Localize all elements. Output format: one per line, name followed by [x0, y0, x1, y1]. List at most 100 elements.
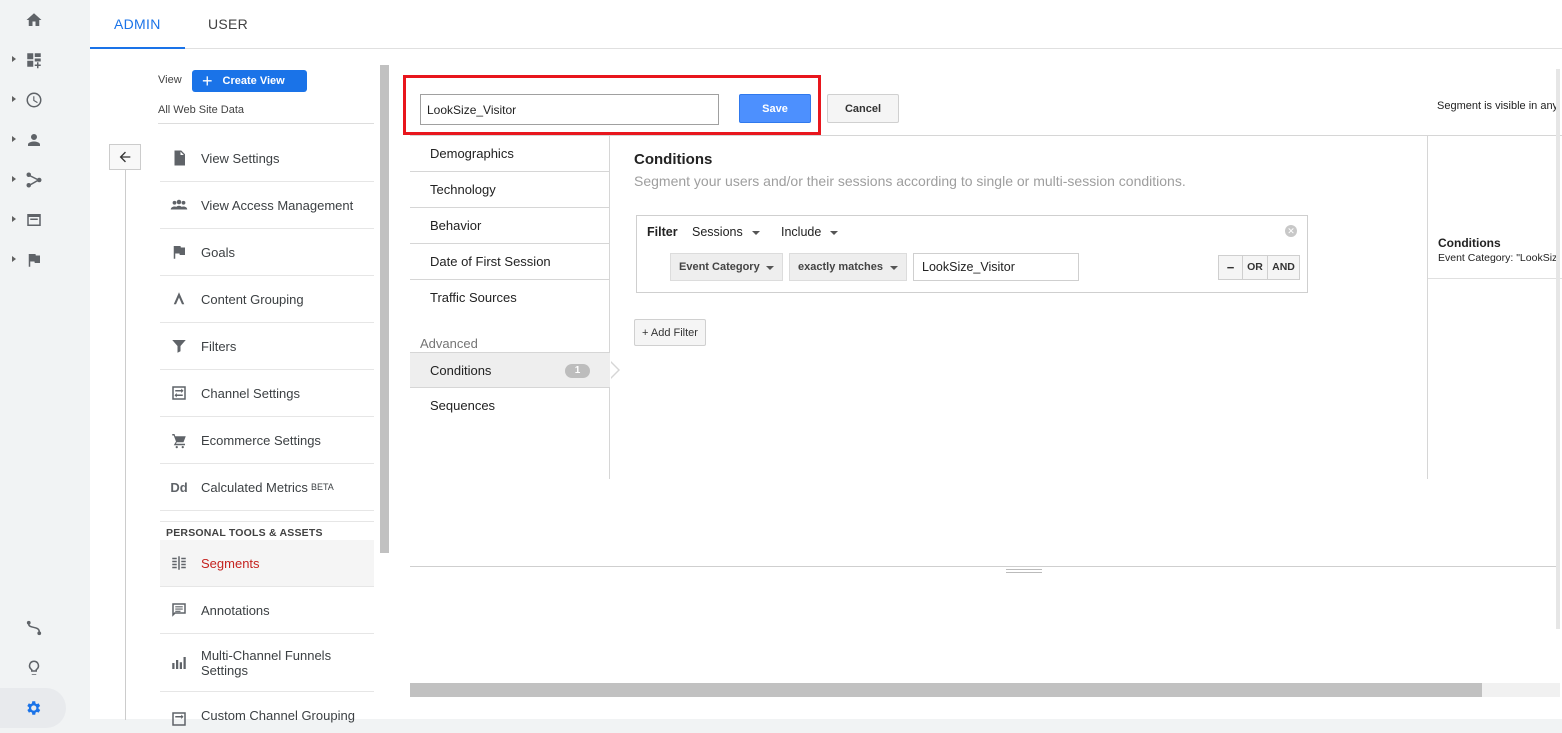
- horizontal-scrollbar[interactable]: [410, 683, 1560, 697]
- summary-text: Event Category: "LookSiz: [1438, 252, 1558, 264]
- divider: [1428, 278, 1562, 279]
- main-panel: View + Create View All Web Site Data Vie…: [90, 49, 1562, 726]
- resize-grip[interactable]: [1006, 569, 1042, 573]
- calculated-metrics-icon: Dd: [170, 479, 188, 495]
- menu-content-grouping[interactable]: Content Grouping: [160, 276, 374, 323]
- section-heading: PERSONAL TOOLS & ASSETS: [166, 527, 323, 539]
- category-traffic-sources[interactable]: Traffic Sources: [410, 280, 609, 316]
- conversions-nav[interactable]: [10, 242, 58, 278]
- and-button[interactable]: AND: [1268, 256, 1299, 279]
- category-label: Conditions: [430, 363, 492, 378]
- segment-name-input[interactable]: [420, 94, 719, 125]
- menu-label: Filters: [201, 338, 237, 354]
- category-conditions[interactable]: Conditions 1: [410, 352, 620, 388]
- expand-caret-icon: [12, 96, 16, 102]
- right-scrollbar[interactable]: [1556, 69, 1560, 629]
- create-view-label: Create View: [222, 75, 285, 87]
- audience-nav[interactable]: [10, 122, 58, 158]
- person-icon: [28, 134, 40, 146]
- tab-user[interactable]: USER: [184, 0, 272, 49]
- category-sequences[interactable]: Sequences: [410, 388, 610, 424]
- summary-title: Conditions: [1438, 236, 1501, 250]
- realtime-nav[interactable]: [10, 82, 58, 118]
- horizontal-scroll-thumb[interactable]: [410, 683, 1482, 697]
- close-icon[interactable]: ✕: [1285, 225, 1297, 237]
- save-button[interactable]: Save: [739, 94, 811, 123]
- menu-view-settings[interactable]: View Settings: [160, 135, 374, 182]
- expand-caret-icon: [12, 136, 16, 142]
- menu-view-access-management[interactable]: View Access Management: [160, 182, 374, 229]
- menu-label: View Access Management: [201, 197, 354, 213]
- sidebar-scrollbar[interactable]: [380, 65, 389, 553]
- flag-icon: [168, 241, 190, 263]
- behavior-nav[interactable]: [10, 202, 58, 238]
- menu-label: Calculated Metrics: [201, 479, 308, 495]
- chevron-down-icon: [830, 230, 839, 235]
- create-view-button[interactable]: + Create View: [192, 70, 307, 92]
- segment-category-list: Demographics Technology Behavior Date of…: [410, 136, 620, 479]
- count-badge: 1: [565, 364, 590, 378]
- attribution-nav[interactable]: [10, 610, 58, 646]
- cart-icon: [168, 429, 190, 451]
- menu-label: Multi-Channel Funnels: [201, 647, 332, 663]
- filter-label: Filter: [647, 225, 678, 239]
- dashboard-icon: [27, 53, 41, 69]
- back-button[interactable]: [109, 144, 141, 170]
- category-demographics[interactable]: Demographics: [410, 136, 609, 172]
- remove-condition-button[interactable]: −: [1219, 256, 1243, 279]
- menu-label: Channel Settings: [201, 385, 301, 401]
- tab-admin[interactable]: ADMIN: [90, 0, 185, 49]
- menu-channel-settings[interactable]: Channel Settings: [160, 370, 374, 417]
- menu-annotations[interactable]: Annotations: [160, 587, 374, 634]
- segment-editor-header: Save Cancel Segment is visible in any: [403, 74, 1562, 136]
- menu-label-wrap: Multi-Channel Funnels Settings: [201, 648, 331, 678]
- menu-filters[interactable]: Filters: [160, 323, 374, 370]
- or-button[interactable]: OR: [1243, 256, 1268, 279]
- expand-caret-icon: [12, 56, 16, 62]
- menu-goals[interactable]: Goals: [160, 229, 374, 276]
- expand-caret-icon: [12, 216, 16, 222]
- segment-summary-panel: Conditions Event Category: "LookSiz: [1427, 136, 1562, 479]
- scope-dropdown[interactable]: Sessions: [692, 225, 760, 239]
- category-date-of-first-session[interactable]: Date of First Session: [410, 244, 609, 280]
- dimension-dropdown[interactable]: Event Category: [670, 253, 783, 281]
- operator-dropdown[interactable]: exactly matches: [789, 253, 907, 281]
- channel-settings-icon: [168, 382, 190, 404]
- acquisition-nav[interactable]: [10, 162, 58, 198]
- customization-nav[interactable]: [10, 42, 58, 78]
- selected-pointer: [610, 361, 620, 379]
- include-dropdown[interactable]: Include: [781, 225, 839, 239]
- menu-multi-channel-funnels-settings[interactable]: Multi-Channel Funnels Settings: [160, 634, 374, 692]
- acquisition-icon: [26, 172, 42, 188]
- gear-icon: [27, 701, 41, 715]
- menu-label: Custom Channel Grouping: [201, 708, 355, 723]
- menu-custom-channel-grouping[interactable]: Custom Channel Grouping: [160, 692, 374, 726]
- tree-line: [125, 170, 126, 720]
- logic-button-group: − OR AND: [1218, 255, 1300, 280]
- home-nav[interactable]: [10, 2, 58, 38]
- category-behavior[interactable]: Behavior: [410, 208, 609, 244]
- menu-calculated-metrics[interactable]: Dd Calculated Metrics BETA: [160, 464, 374, 511]
- filter-value-input[interactable]: [913, 253, 1079, 281]
- advanced-heading: Advanced: [420, 336, 478, 351]
- menu-label: Content Grouping: [201, 291, 304, 307]
- add-filter-button[interactable]: + Add Filter: [634, 319, 706, 346]
- people-icon: [168, 194, 190, 216]
- view-name: All Web Site Data: [158, 104, 245, 116]
- admin-nav[interactable]: [0, 688, 66, 728]
- left-rail: [0, 0, 68, 733]
- category-technology[interactable]: Technology: [410, 172, 609, 208]
- plus-icon: +: [202, 71, 213, 91]
- filter-card: Filter Sessions Include ✕ Event Category…: [636, 215, 1308, 293]
- discover-nav[interactable]: [10, 650, 58, 686]
- menu-ecommerce-settings[interactable]: Ecommerce Settings: [160, 417, 374, 464]
- channel-grouping-icon: [168, 708, 190, 730]
- chevron-down-icon: [766, 266, 774, 270]
- menu-label-line2: Settings: [201, 662, 248, 678]
- conditions-subtitle: Segment your users and/or their sessions…: [634, 173, 1186, 189]
- cancel-button[interactable]: Cancel: [827, 94, 899, 123]
- filter-icon: [168, 335, 190, 357]
- top-tabs: ADMIN USER: [90, 0, 1562, 49]
- menu-label: Segments: [201, 555, 260, 571]
- menu-segments[interactable]: Segments: [160, 540, 374, 587]
